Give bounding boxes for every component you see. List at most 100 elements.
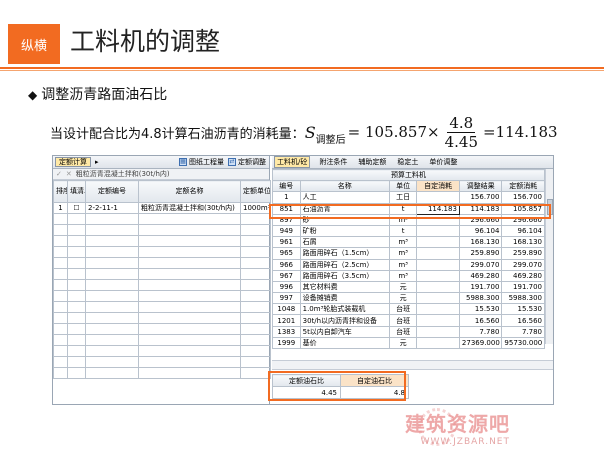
tab-quota-calc[interactable]: 定额计算 [55,157,91,167]
tab-price-adjust[interactable]: 单价调整 [427,157,459,167]
table-row[interactable]: 1201 30t/h以内沥青拌和设备 台班 16.560 16.560 [272,314,545,327]
row-quota: 7.780 [501,325,545,338]
table-row[interactable]: 997 设备摊销费元 5988.300 5988.300 [272,292,545,305]
row-unit: 台班 [388,303,418,316]
row-custom[interactable] [416,325,460,338]
row-quota: 156.700 [501,191,545,204]
row-quota: 5988.300 [501,292,545,305]
table-row[interactable]: 1 人工 工日 156.700 156.700 [272,191,545,204]
row-custom[interactable] [416,224,460,238]
title-divider-thin [0,70,604,71]
quota-adjust-button[interactable]: ⇄ 定额调整 [228,157,266,167]
row-code: 966 [272,258,301,271]
row-result: 15.530 [458,303,503,316]
row-code: 965 [272,247,301,260]
row-result: 96.104 [458,224,503,238]
row-code: 1 [272,191,301,204]
vertical-scrollbar[interactable] [545,169,553,344]
row-custom[interactable] [416,269,460,282]
row-result: 299.070 [458,258,503,271]
row-quota: 168.130 [501,236,545,249]
col-custom[interactable]: 自定消耗 [416,180,460,193]
table-row[interactable]: 966 路面用碎石（2.5cm） m³ 299.070 299.070 [272,258,545,271]
row-code: 967 [272,269,301,282]
col-name[interactable]: 定额名称 [138,180,241,203]
row-checkbox[interactable]: ☐ [67,202,86,214]
col-code[interactable]: 编号 [272,180,301,193]
row-quota: 469.280 [501,269,545,282]
row-result: 191.700 [458,280,503,294]
tab-stable-soil[interactable]: 稳定土 [395,157,420,167]
drawing-quantity-button[interactable]: ▦ 图纸工程量 [179,157,224,167]
table-row[interactable]: 967 路面用碎石（3.5cm） m³ 469.280 469.280 [272,269,545,282]
row-custom[interactable] [416,336,460,350]
left-toolbar: 定额计算 ▸ ▦ 图纸工程量 ⇄ 定额调整 [53,156,269,169]
adjust-icon: ⇄ [228,158,236,166]
group-header: 预算工料机 [272,168,545,182]
table-row[interactable]: 961 石屑 m³ 168.130 168.130 [272,236,545,249]
row-quota: 259.890 [501,247,545,260]
col-unit[interactable]: 单位 [388,180,418,193]
col-name[interactable]: 名称 [299,180,390,193]
col-code[interactable]: 定额编号 [85,180,139,203]
row-quota: 15.530 [501,303,545,316]
tab-aux-quota[interactable]: 辅助定额 [356,157,388,167]
table-row[interactable]: 1999 基价元 27369.000 95730.000 [272,336,545,350]
row-custom[interactable] [416,292,460,305]
formula-denominator: 4.45 [444,132,478,151]
check-icon[interactable]: ✓ [56,170,62,178]
brand-logo: 纵横 [8,24,60,64]
close-icon[interactable]: ✕ [66,170,72,178]
col-fill[interactable]: 填清单量 [67,180,86,203]
row-code: 1383 [272,325,301,338]
row-quota: 95730.000 [501,336,545,350]
slide-title: 工料机的调整 [70,27,221,56]
row-custom[interactable] [416,236,460,249]
tab-more-arrow[interactable]: ▸ [95,158,99,166]
row-unit: m³ [388,247,418,260]
row-custom[interactable] [416,191,460,204]
row-quota: 191.700 [501,280,545,294]
row-name: 矿粉 [299,224,390,238]
row-custom[interactable] [416,314,460,327]
tab-materials[interactable]: 工料机/砼 [274,156,311,168]
row-result: 168.130 [458,236,503,249]
row-custom[interactable] [416,258,460,271]
formula-line: 当设计配合比为4.8计算石油沥青的消耗量： S 调整后 = 105.857× 4… [50,112,558,152]
table-row[interactable]: 996 其它材料费元 191.700 191.700 [272,280,545,294]
row-custom[interactable] [416,247,460,260]
highlight-ratio [268,371,406,401]
table-row[interactable]: 949 矿粉 t 96.104 96.104 [272,224,545,238]
col-quota[interactable]: 定额消耗 [501,180,545,193]
table-row[interactable]: 1383 5t以内自卸汽车 台班 7.780 7.780 [272,325,545,338]
row-custom[interactable] [416,303,460,316]
row-unit: t [388,224,418,238]
crumb-bar: ✓ ✕ 粗粒沥青混凝土拌和(30t/h内) [53,169,269,180]
formula-lead: 当设计配合比为4.8计算石油沥青的消耗量： [50,126,305,142]
formula-symbol: S [304,122,316,142]
row-unit: 元 [388,336,418,350]
row-unit: 台班 [388,314,418,327]
row-code: 949 [272,224,301,238]
row-quota: 299.070 [501,258,545,271]
formula: S 调整后 = 105.857× 4.8 4.45 =114.183 [305,114,558,151]
row-result: 259.890 [458,247,503,260]
row-code: 1999 [272,336,301,350]
table-row[interactable]: 965 路面用碎石（1.5cm） m³ 259.890 259.890 [272,247,545,260]
row-quota: 96.104 [501,224,545,238]
col-unit[interactable]: 定额单位 [240,180,271,203]
row-unit: 工日 [388,191,418,204]
highlight-asphalt-row [269,204,551,219]
col-seq[interactable]: 排序 [53,180,68,203]
horizontal-scrollbar[interactable] [272,360,553,370]
row-code: 1201 [272,314,301,327]
row-custom[interactable] [416,280,460,294]
col-result[interactable]: 调整结果 [458,180,503,193]
tab-notes[interactable]: 附注条件 [317,157,349,167]
row-result: 5988.300 [458,292,503,305]
quota-table: 排序 填清单量 定额编号 定额名称 定额单位 1 ☐ 2-2-11-1 粗粒沥青… [53,180,271,379]
table-row[interactable]: 1 ☐ 2-2-11-1 粗粒沥青混凝土拌和(30t/h内) 1000m³ [53,202,271,214]
table-row[interactable]: 1048 1.0m³轮胎式装载机 台班 15.530 15.530 [272,303,545,316]
row-name: 石屑 [299,236,390,249]
formula-numerator: 4.8 [447,113,476,133]
